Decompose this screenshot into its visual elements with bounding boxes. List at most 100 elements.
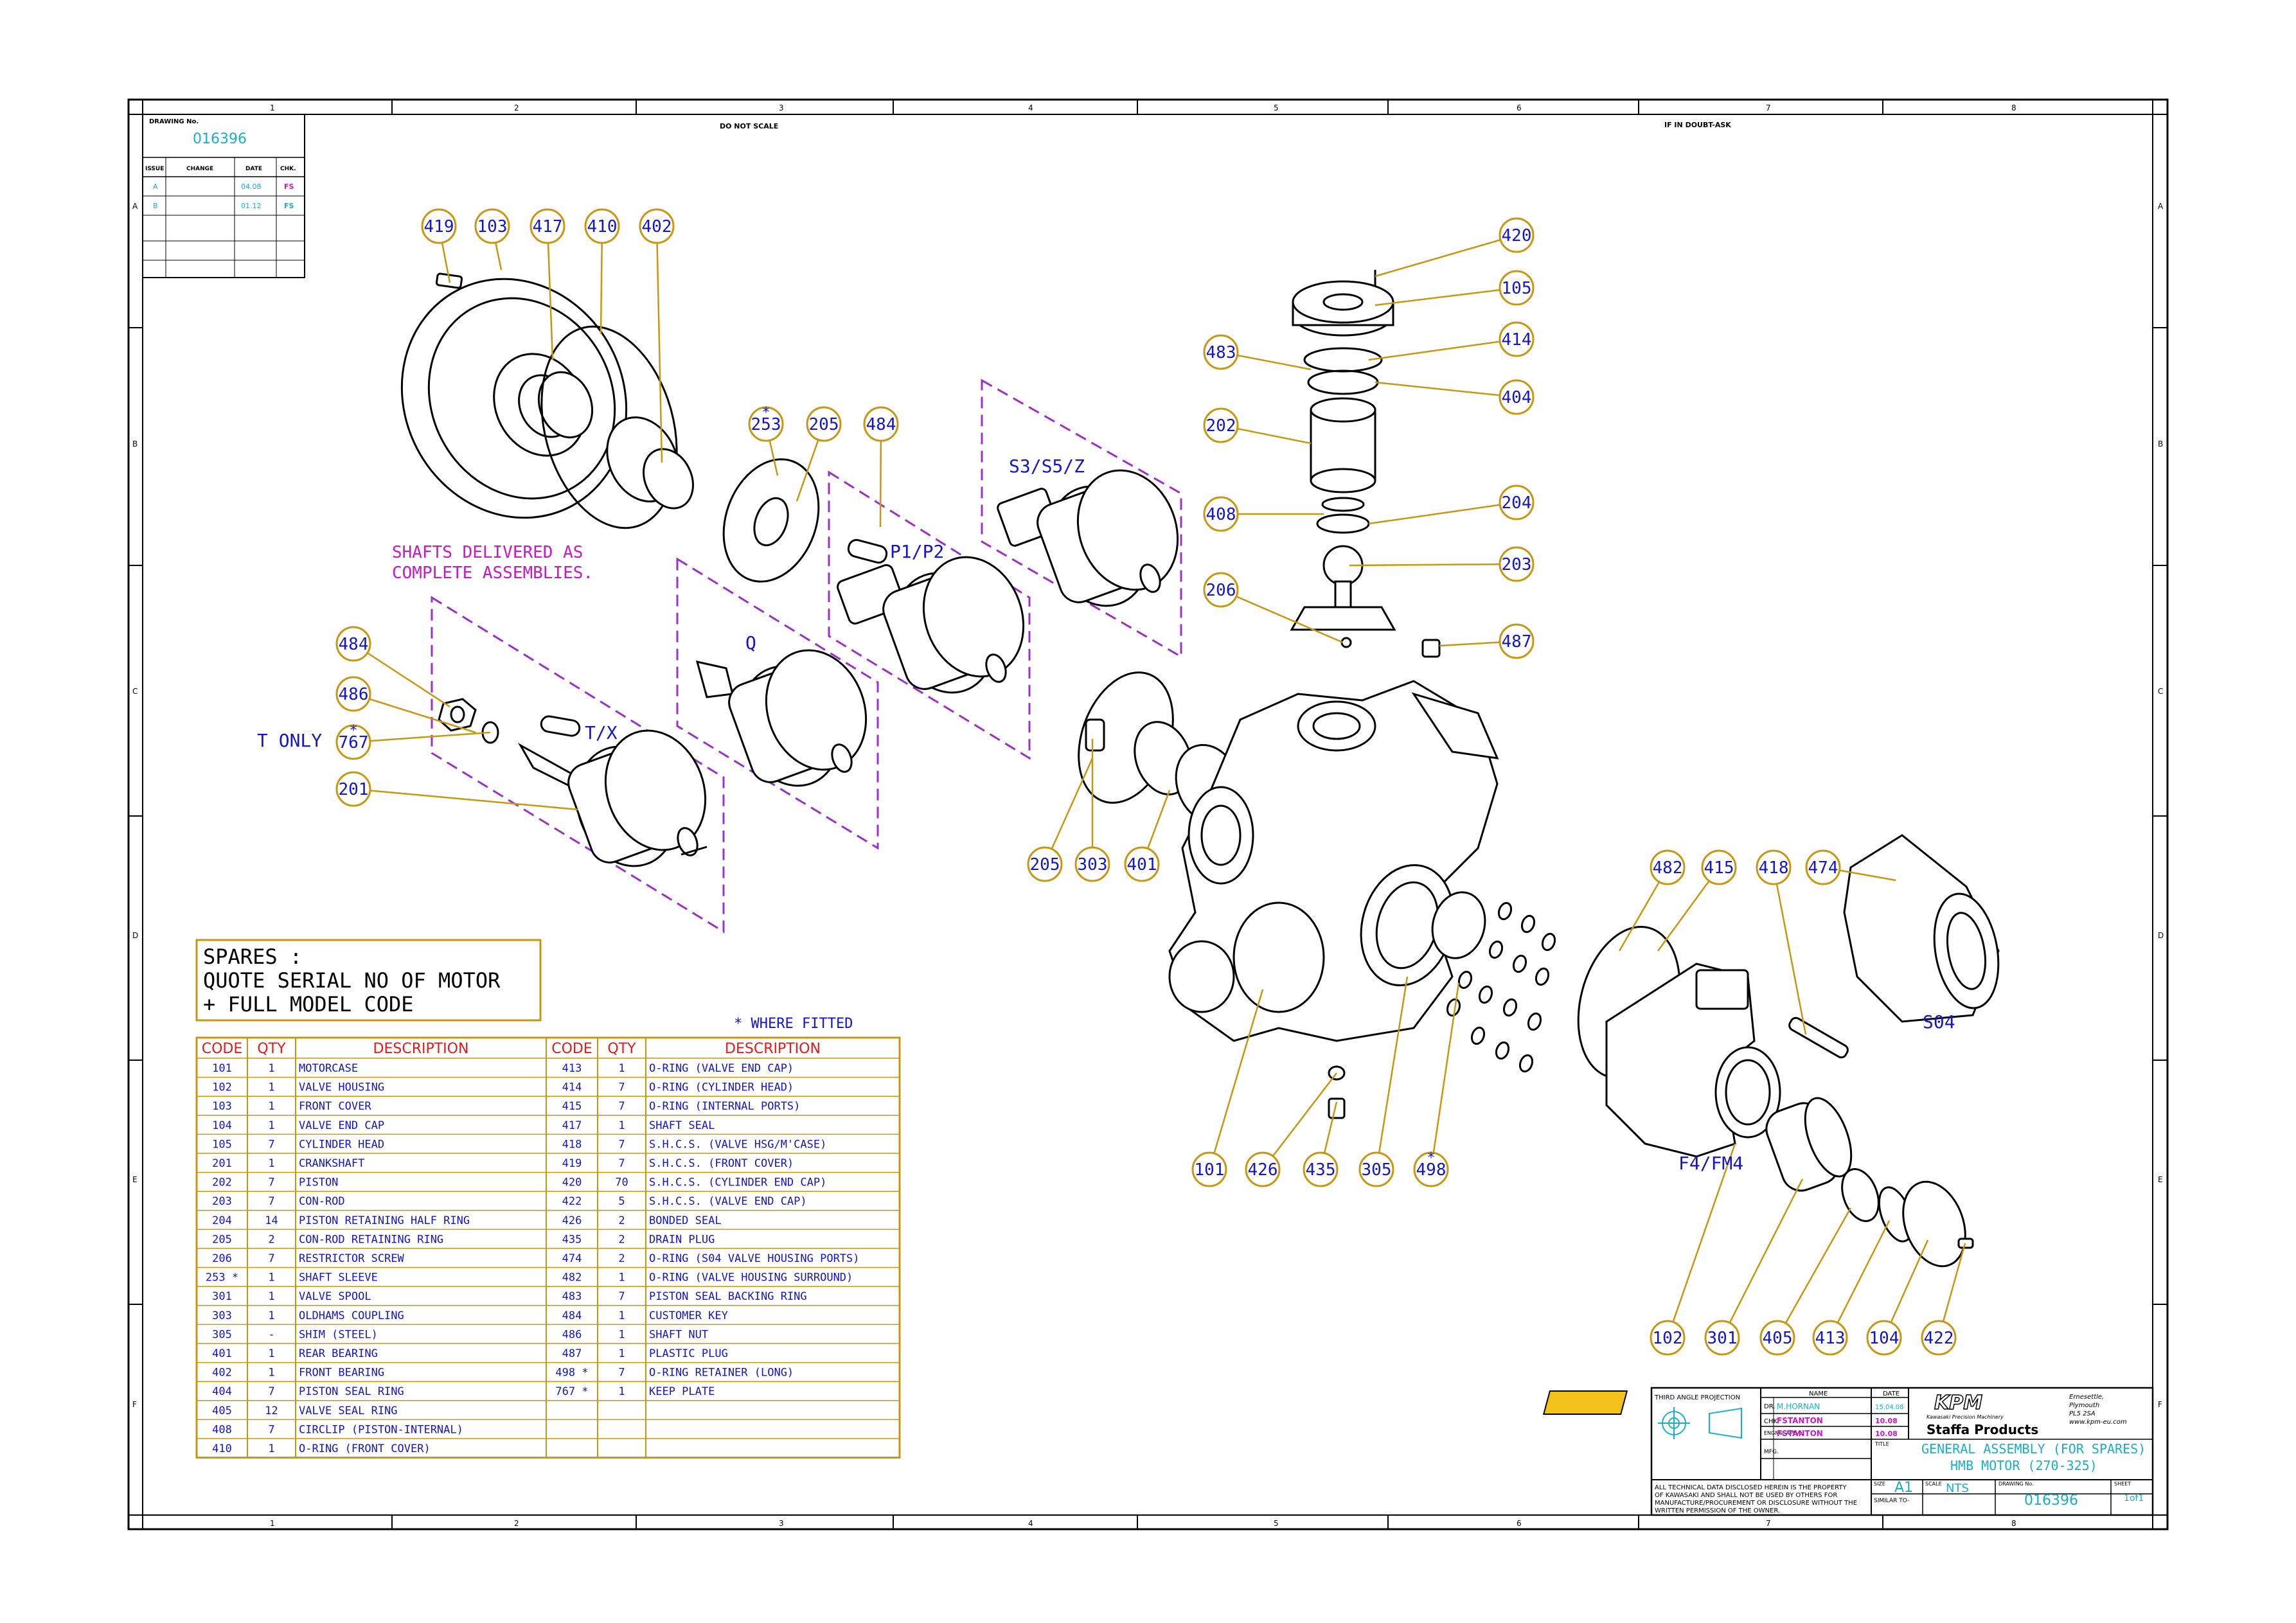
balloon-number: 413	[1815, 1329, 1846, 1348]
piston-seal-ring-404	[1307, 369, 1379, 395]
leader-line	[1375, 287, 1517, 306]
table-cell: VALVE HOUSING	[299, 1081, 384, 1094]
balloon-callout: 405	[1759, 1320, 1795, 1356]
table-cell: 301	[212, 1290, 232, 1303]
table-cell: 7	[618, 1290, 625, 1303]
title-label: TITLE	[1874, 1441, 1889, 1447]
revision-header-cell: CHANGE	[186, 166, 213, 172]
valve-housing-s04	[1843, 834, 2000, 1023]
revision-chk: FS	[284, 202, 294, 210]
grid-col-label-bottom: 1	[270, 1519, 275, 1528]
balloon-callout: 303	[1074, 846, 1110, 882]
spares-line-1: SPARES :	[203, 945, 302, 969]
table-cell: MOTORCASE	[299, 1062, 358, 1075]
table-cell: 7	[268, 1385, 274, 1398]
grid-row-label-left: C	[132, 687, 138, 696]
table-cell: -	[268, 1328, 274, 1341]
drawing-no-label-tb: DRAWING No.	[1998, 1481, 2034, 1487]
grid-col-label-bottom: 8	[2011, 1519, 2016, 1528]
grid-row-label-left: D	[132, 931, 138, 940]
table-cell: 7	[268, 1195, 274, 1208]
label-t-only: T ONLY	[257, 730, 322, 751]
grid-col-label-bottom: 7	[1766, 1519, 1771, 1528]
balloon-callout: 402	[639, 208, 675, 244]
revision-header-cell: ISSUE	[145, 166, 164, 172]
con-rod-203	[1290, 545, 1396, 631]
table-cell: 7	[268, 1138, 274, 1151]
drawing-no-value-tb: 016396	[2024, 1493, 2078, 1509]
balloon-callout: 104	[1866, 1320, 1902, 1356]
table-cell: 202	[212, 1176, 232, 1189]
balloon-number: 435	[1306, 1160, 1336, 1180]
table-cell: PISTON SEAL RING	[299, 1385, 404, 1398]
crankshaft-s3s5z	[997, 469, 1179, 607]
table-cell: VALVE END CAP	[299, 1119, 384, 1132]
table-cell: O-RING (CYLINDER HEAD)	[649, 1081, 794, 1094]
key-484-upper	[847, 538, 888, 564]
similar-to-label: SIMILAR TO-	[1874, 1498, 1909, 1504]
table-header-cell: CODE	[202, 1041, 243, 1057]
table-cell: O-RING RETAINER (LONG)	[649, 1367, 794, 1379]
balloon-number: 420	[1502, 226, 1532, 245]
half-ring-204	[1316, 513, 1370, 534]
balloon-callout: 201	[335, 771, 371, 807]
grid-row-label-right: D	[2158, 931, 2164, 940]
dr-name: M.HORNAN	[1777, 1402, 1820, 1411]
grid-row-label-left: A	[132, 202, 138, 211]
restrictor-screw-206	[1340, 637, 1352, 648]
table-cell: 1	[618, 1347, 625, 1360]
title-line-2: HMB MOTOR (270-325)	[1950, 1458, 2097, 1473]
table-cell: KEEP PLATE	[649, 1385, 715, 1398]
if-in-doubt-note: IF IN DOUBT-ASK	[1664, 121, 1731, 129]
table-header-cell: CODE	[551, 1041, 592, 1057]
label-p1p2: P1/P2	[890, 541, 944, 562]
scale-value: NTS	[1946, 1482, 1969, 1495]
grid-row-label-right: B	[2158, 439, 2163, 448]
balloon-number: 204	[1502, 493, 1532, 513]
table-cell: PISTON RETAINING HALF RING	[299, 1214, 470, 1227]
balloon-number: 203	[1502, 555, 1532, 574]
address-line-1: Ernesettle,	[2069, 1394, 2104, 1401]
sheet-label: SHEET	[2114, 1481, 2131, 1487]
balloon-star: *	[350, 723, 357, 739]
table-cell: 7	[268, 1423, 274, 1436]
balloon-callout: 205	[806, 406, 842, 442]
label-f4fm4: F4/FM4	[1678, 1153, 1743, 1174]
chk-name: FSTANTON	[1777, 1416, 1823, 1425]
grid-row-label-right: E	[2158, 1175, 2163, 1184]
table-cell: 401	[212, 1347, 232, 1360]
shafts-note-line-2: COMPLETE ASSEMBLIES.	[392, 563, 593, 583]
engineering-drawing: 1122334455667788A AB BC CD DE EF F DRAWING No.…	[127, 98, 2169, 1530]
balloon-callout: 418	[1756, 849, 1792, 885]
table-cell: 419	[562, 1157, 582, 1170]
balloon-star: *	[1428, 1150, 1435, 1166]
table-cell: PISTON	[299, 1176, 338, 1189]
table-cell: 417	[562, 1119, 582, 1132]
table-cell: SHAFT NUT	[649, 1328, 708, 1341]
table-cell: 1	[268, 1442, 274, 1455]
leader-line	[1829, 1220, 1891, 1338]
table-cell: 422	[562, 1195, 582, 1208]
table-cell: 203	[212, 1195, 232, 1208]
balloon-callout: 408	[1203, 496, 1239, 532]
table-cell: 7	[268, 1176, 274, 1189]
spares-box: SPARES : QUOTE SERIAL NO OF MOTOR + FULL…	[195, 939, 542, 1022]
table-cell: PISTON SEAL BACKING RING	[649, 1290, 807, 1303]
table-cell: CUSTOMER KEY	[649, 1309, 728, 1322]
table-cell: S.H.C.S. (CYLINDER END CAP)	[649, 1176, 826, 1189]
table-cell: 474	[562, 1252, 582, 1265]
balloon-number: 402	[642, 217, 672, 236]
balloon-callout: 483	[1203, 334, 1239, 370]
table-cell: 7	[618, 1367, 625, 1379]
table-cell: 487	[562, 1347, 582, 1360]
table-cell: 1	[268, 1119, 274, 1132]
disclaimer-line-3: MANUFACTURE/PROCUREMENT OR DISCLOSURE WI…	[1655, 1500, 1857, 1507]
crankshaft-p1p2	[837, 538, 1025, 694]
balloon-number: 422	[1924, 1329, 1954, 1348]
valve-end-cap-104	[1902, 1180, 1966, 1268]
table-cell: BONDED SEAL	[649, 1214, 722, 1227]
balloon-callout: 420	[1499, 217, 1535, 253]
table-header-cell: QTY	[607, 1041, 636, 1057]
balloon-star: *	[763, 405, 770, 421]
balloon-callout: 474	[1805, 849, 1841, 885]
